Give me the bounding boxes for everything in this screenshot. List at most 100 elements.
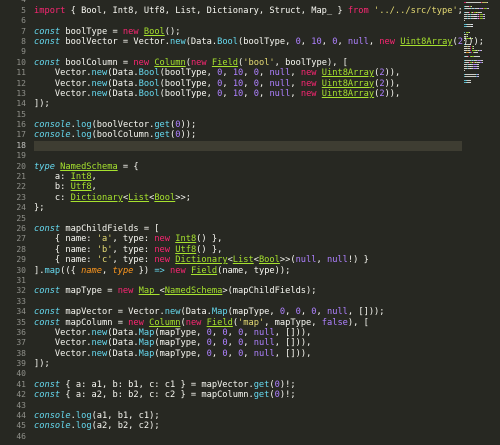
code-line[interactable]: console.log(boolVector.get(0)); <box>34 120 462 130</box>
line-number[interactable]: 18 <box>0 141 26 151</box>
line-number[interactable]: 41 <box>0 380 26 390</box>
minimap-segment <box>486 2 488 4</box>
line-number[interactable]: 25 <box>0 214 26 224</box>
code-line[interactable]: const { a: a2, b: b2, c: c2 } = mapColum… <box>34 390 462 400</box>
code-line[interactable]: const mapChildFields = [ <box>34 224 462 234</box>
line-number[interactable]: 10 <box>0 58 26 68</box>
code-line[interactable]: b: Utf8, <box>34 182 462 192</box>
line-number[interactable]: 40 <box>0 369 26 379</box>
line-number[interactable]: 19 <box>0 151 26 161</box>
code-token: new <box>185 317 202 328</box>
code-line[interactable]: Vector.new(Data.Map(mapType, 0, 0, 0, nu… <box>34 349 462 359</box>
line-number[interactable]: 7 <box>0 27 26 37</box>
line-number[interactable]: 39 <box>0 359 26 369</box>
line-number[interactable]: 5 <box>0 6 26 16</box>
code-line[interactable] <box>34 110 462 120</box>
line-number[interactable]: 26 <box>0 224 26 234</box>
code-line[interactable]: Vector.new(Data.Map(mapType, 0, 0, 0, nu… <box>34 328 462 338</box>
code-line[interactable]: c: Dictionary<List<Bool>>; <box>34 193 462 203</box>
line-number[interactable]: 14 <box>0 99 26 109</box>
line-number[interactable]: 45 <box>0 421 26 431</box>
line-number[interactable]: 23 <box>0 193 26 203</box>
code-line[interactable]: Vector.new(Data.Bool(boolType, 0, 10, 0,… <box>34 79 462 89</box>
line-number[interactable]: 34 <box>0 307 26 317</box>
code-token: Field <box>211 57 239 68</box>
line-number[interactable]: 36 <box>0 328 26 338</box>
line-number[interactable]: 43 <box>0 401 26 411</box>
line-number-gutter[interactable]: 45 67891011121314151617181920212223242526… <box>0 0 26 442</box>
line-number[interactable]: 22 <box>0 182 26 192</box>
line-number[interactable]: 30 <box>0 266 26 276</box>
line-number[interactable]: 35 <box>0 318 26 328</box>
line-number[interactable]: 44 <box>0 411 26 421</box>
code-token: (mapType, <box>154 327 207 338</box>
line-number[interactable]: 17 <box>0 130 26 140</box>
line-number[interactable]: 21 <box>0 172 26 182</box>
code-token: map <box>44 265 61 276</box>
code-token: const <box>34 57 61 68</box>
line-number[interactable]: 28 <box>0 245 26 255</box>
code-line[interactable]: { name: 'a', type: new Int8() }, <box>34 234 462 244</box>
line-number[interactable]: 32 <box>0 286 26 296</box>
code-line[interactable] <box>34 369 462 379</box>
code-line[interactable]: Vector.new(Data.Bool(boolType, 0, 10, 0,… <box>34 89 462 99</box>
code-line[interactable]: ].map(({ name, type }) => new Field(name… <box>34 266 462 276</box>
code-line[interactable]: ]); <box>34 359 462 369</box>
line-number[interactable]: 20 <box>0 162 26 172</box>
code-token: , <box>290 88 301 99</box>
line-number[interactable]: 12 <box>0 79 26 89</box>
code-line[interactable]: const boolType = new Bool(); <box>34 27 462 37</box>
line-number[interactable]: 33 <box>0 297 26 307</box>
line-number[interactable]: 15 <box>0 110 26 120</box>
code-token: { a: a2, b: b2, c: c2 } = mapColumn. <box>60 390 254 401</box>
line-number[interactable]: 24 <box>0 203 26 213</box>
minimap[interactable] <box>462 0 500 445</box>
code-line[interactable]: const mapColumn = new Column(new Field('… <box>34 318 462 328</box>
code-line[interactable]: Vector.new(Data.Map(mapType, 0, 0, 0, nu… <box>34 338 462 348</box>
line-number[interactable]: 6 <box>0 16 26 26</box>
line-number[interactable]: 31 <box>0 276 26 286</box>
code-line[interactable]: import { Bool, Int8, Utf8, List, Diction… <box>34 6 463 16</box>
code-line[interactable] <box>34 401 462 411</box>
code-line[interactable] <box>34 297 462 307</box>
code-line[interactable] <box>34 432 462 442</box>
code-line[interactable] <box>34 214 462 224</box>
line-number[interactable]: 38 <box>0 349 26 359</box>
line-number[interactable]: 8 <box>0 37 26 47</box>
line-number[interactable]: 16 <box>0 120 26 130</box>
code-line[interactable]: console.log(a2, b2, c2); <box>34 421 462 431</box>
line-number[interactable]: 11 <box>0 68 26 78</box>
code-line[interactable]: { name: 'b', type: new Utf8() }, <box>34 245 462 255</box>
code-line[interactable]: const { a: a1, b: b1, c: c1 } = mapVecto… <box>34 380 462 390</box>
code-editor[interactable]: 45 67891011121314151617181920212223242526… <box>0 0 500 445</box>
line-number[interactable]: 9 <box>0 47 26 57</box>
line-number[interactable]: 46 <box>0 432 26 442</box>
code-line[interactable]: a: Int8, <box>34 172 462 182</box>
code-line[interactable]: }; <box>34 203 462 213</box>
code-line[interactable]: const boolVector = Vector.new(Data.Bool(… <box>34 37 484 47</box>
code-line[interactable]: const mapVector = Vector.new(Data.Map(ma… <box>34 307 462 317</box>
code-token: log <box>75 421 92 432</box>
code-line[interactable]: type NamedSchema = { <box>34 162 462 172</box>
code-line[interactable] <box>34 16 462 26</box>
line-number[interactable]: 27 <box>0 234 26 244</box>
code-token: (a2, b2, c2); <box>91 421 160 432</box>
minimap-segment <box>468 32 470 34</box>
code-line[interactable] <box>34 47 462 57</box>
line-number[interactable]: 13 <box>0 89 26 99</box>
code-line[interactable]: ]); <box>34 99 462 109</box>
code-line[interactable]: const mapType = new Map_<NamedSchema>(ma… <box>34 286 462 296</box>
code-line[interactable]: const boolColumn = new Column(new Field(… <box>34 58 462 68</box>
current-code-line[interactable] <box>34 140 462 152</box>
code-line[interactable] <box>34 151 462 161</box>
code-line[interactable] <box>34 276 462 286</box>
code-line[interactable]: { name: 'c', type: new Dictionary<List<B… <box>34 255 462 265</box>
code-token: (name, type)); <box>217 265 291 276</box>
line-number[interactable]: 29 <box>0 255 26 265</box>
line-number[interactable]: 42 <box>0 390 26 400</box>
line-number[interactable]: 37 <box>0 338 26 348</box>
code-line[interactable]: Vector.new(Data.Bool(boolType, 0, 10, 0,… <box>34 68 462 78</box>
code-text-area[interactable]: import { Bool, Int8, Utf8, List, Diction… <box>34 0 484 442</box>
code-line[interactable]: console.log(boolColumn.get(0)); <box>34 130 462 140</box>
code-line[interactable]: console.log(a1, b1, c1); <box>34 411 462 421</box>
